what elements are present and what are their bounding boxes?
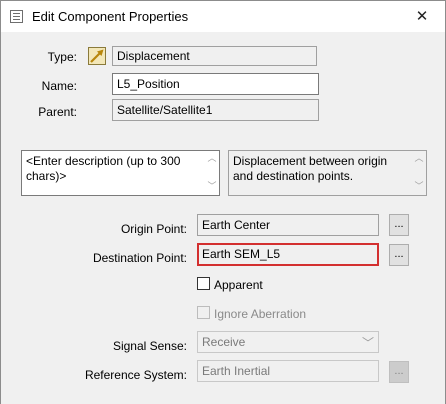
parent-label: Parent: [38,105,77,119]
parent-value-field: Satellite/Satellite1 [112,99,319,121]
destination-point-field[interactable]: Earth SEM_L5 [197,243,379,266]
window-title: Edit Component Properties [32,9,189,24]
name-label: Name: [41,79,77,93]
scroll-down-icon[interactable]: ﹀ [207,182,217,192]
ignore-aberration-label: Ignore Aberration [214,307,307,321]
apparent-checkbox[interactable] [197,277,210,290]
title-bar: Edit Component Properties ✕ [1,1,445,32]
origin-point-field: Earth Center [197,214,379,236]
description-textarea[interactable]: <Enter description (up to 300 chars)> ︿ … [21,150,220,196]
destination-point-label: Destination Point: [92,251,187,265]
signal-sense-select[interactable]: Receive ﹀ [197,331,379,353]
signal-sense-label: Signal Sense: [112,339,187,353]
close-button[interactable]: ✕ [399,1,445,32]
apparent-label: Apparent [214,278,263,292]
scroll-up-icon[interactable]: ︿ [207,154,217,164]
edit-component-properties-dialog: Edit Component Properties ✕ Type: Displa… [0,0,446,404]
destination-browse-button[interactable]: ... [389,244,409,266]
reference-system-field: Earth Inertial [197,360,379,382]
name-input[interactable]: L5_Position [112,73,319,95]
reference-system-label: Reference System: [84,368,187,382]
origin-browse-button[interactable]: ... [389,214,409,236]
type-label: Type: [47,50,77,64]
displacement-arrow-icon [88,47,106,65]
reference-system-browse-button[interactable]: ... [389,361,409,383]
chevron-down-icon: ﹀ [361,336,374,350]
description-placeholder: <Enter description (up to 300 chars)> [26,154,181,183]
signal-sense-value: Receive [202,335,246,349]
scroll-down-icon[interactable]: ﹀ [414,182,424,192]
ignore-aberration-checkbox[interactable] [197,306,210,319]
type-value-field: Displacement [112,46,317,66]
origin-point-label: Origin Point: [120,222,187,236]
properties-icon [10,10,23,23]
long-description-textarea[interactable]: Displacement between origin and destinat… [228,150,427,196]
scroll-up-icon[interactable]: ︿ [414,154,424,164]
long-description-text: Displacement between origin and destinat… [233,154,388,183]
